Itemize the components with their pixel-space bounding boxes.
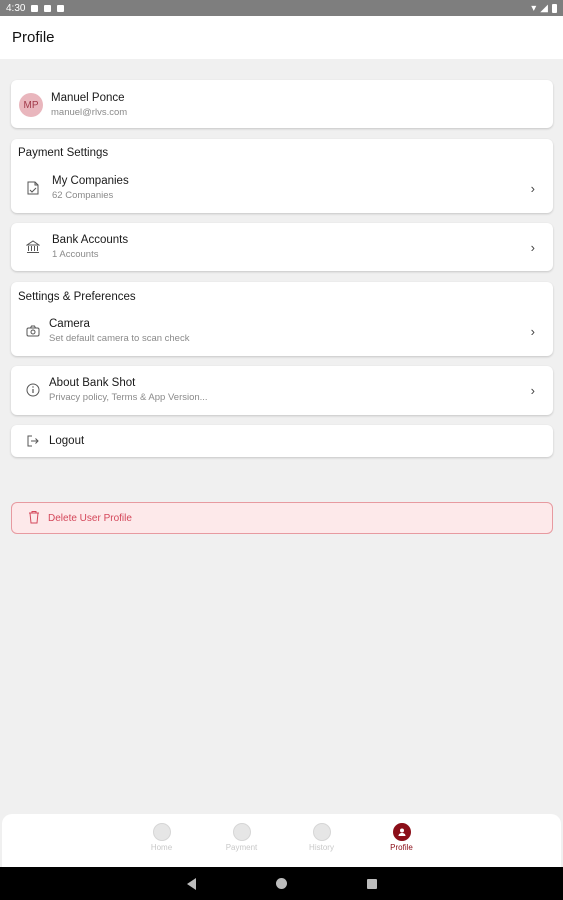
chevron-right-icon: › <box>530 323 535 339</box>
section-title-payment: Payment Settings <box>18 147 109 159</box>
camera-item[interactable]: Camera Set default camera to scan check … <box>25 315 553 347</box>
nav-item-home[interactable]: Home <box>144 823 180 867</box>
about-item[interactable]: About Bank Shot Privacy policy, Terms & … <box>11 366 553 415</box>
info-icon <box>25 382 41 398</box>
document-icon <box>25 180 41 196</box>
delete-profile-label: Delete User Profile <box>48 512 132 524</box>
nav-item-payment[interactable]: Payment <box>224 823 260 867</box>
notification-icon <box>44 4 52 12</box>
status-bar: 4:30 ▾ ◢ <box>0 0 563 16</box>
avatar: MP <box>19 93 43 117</box>
app-header: Profile <box>0 16 563 59</box>
user-email: manuel@rlvs.com <box>51 107 128 118</box>
user-card[interactable]: MP Manuel Ponce manuel@rlvs.com <box>11 80 553 128</box>
bank-accounts-item[interactable]: Bank Accounts 1 Accounts › <box>11 223 553 271</box>
notification-icon <box>57 4 65 12</box>
history-icon <box>312 823 331 841</box>
bottom-nav: Home Payment History Profile <box>2 814 561 867</box>
battery-icon <box>552 3 557 13</box>
payment-settings-card: Payment Settings My Companies 62 Compani… <box>11 139 553 213</box>
preferences-card: Settings & Preferences Camera Set defaul… <box>11 282 553 356</box>
logout-icon <box>25 433 41 449</box>
nav-label-history: History <box>309 843 334 852</box>
nav-item-history[interactable]: History <box>304 823 340 867</box>
signal-icon: ◢ <box>540 2 548 14</box>
page-title: Profile <box>12 29 55 46</box>
camera-subtitle: Set default camera to scan check <box>49 333 190 344</box>
chevron-right-icon: › <box>530 382 535 398</box>
home-circle-icon[interactable] <box>275 878 287 889</box>
bank-accounts-title: Bank Accounts <box>52 234 129 246</box>
notification-icon <box>31 4 39 12</box>
logout-button[interactable]: Logout <box>11 425 553 457</box>
recents-icon[interactable] <box>366 878 377 889</box>
bank-accounts-subtitle: 1 Accounts <box>52 249 99 260</box>
bank-icon <box>25 239 41 255</box>
delete-profile-button[interactable]: Delete User Profile <box>11 502 553 534</box>
my-companies-subtitle: 62 Companies <box>52 190 114 201</box>
back-icon[interactable] <box>186 877 196 890</box>
camera-icon <box>25 323 41 339</box>
camera-title: Camera <box>49 318 90 330</box>
user-name: Manuel Ponce <box>51 92 125 104</box>
about-subtitle: Privacy policy, Terms & App Version... <box>49 392 208 403</box>
section-title-preferences: Settings & Preferences <box>18 291 136 303</box>
trash-icon <box>28 510 40 527</box>
status-time: 4:30 <box>6 2 26 14</box>
system-nav-bar <box>0 867 563 900</box>
about-title: About Bank Shot <box>49 377 136 389</box>
nav-label-payment: Payment <box>225 843 258 852</box>
nav-label-home: Home <box>150 843 173 852</box>
payment-icon <box>232 823 251 841</box>
profile-icon <box>392 823 411 841</box>
logout-label: Logout <box>49 435 85 447</box>
nav-label-profile: Profile <box>390 843 413 852</box>
nav-item-profile[interactable]: Profile <box>384 823 420 867</box>
home-icon <box>152 823 171 841</box>
chevron-right-icon: › <box>530 180 535 196</box>
chevron-right-icon: › <box>530 239 535 255</box>
my-companies-title: My Companies <box>52 175 129 187</box>
wifi-icon: ▾ <box>531 2 537 14</box>
my-companies-item[interactable]: My Companies 62 Companies › <box>25 173 553 203</box>
